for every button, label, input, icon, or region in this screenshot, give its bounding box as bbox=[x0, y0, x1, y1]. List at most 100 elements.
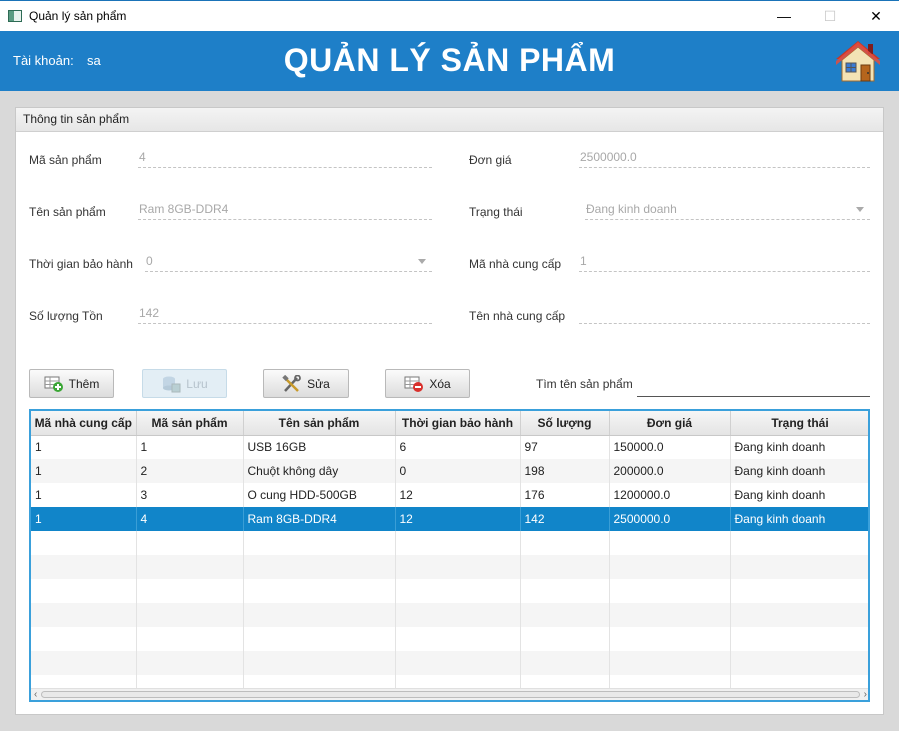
table-cell bbox=[395, 579, 521, 603]
table-row[interactable]: 1 2 Chuột không dây 0 198 200000.0 Đang kinh d… bbox=[31, 459, 868, 483]
table-cell: USB 16GB bbox=[243, 435, 396, 459]
table-cell: Ram 8GB-DDR4 bbox=[243, 507, 396, 531]
table-row[interactable] bbox=[31, 579, 868, 603]
col-header-price[interactable]: Đơn giá bbox=[609, 411, 731, 436]
table-cell bbox=[730, 531, 868, 555]
product-info-panel: Thông tin sản phẩm Mã sản phẩm 4 Tên sản… bbox=[15, 107, 884, 715]
warranty-select[interactable]: 0 bbox=[145, 252, 432, 272]
table-cell: 0 bbox=[395, 459, 521, 483]
table-cell bbox=[730, 603, 868, 627]
table-cell bbox=[609, 603, 731, 627]
close-button[interactable]: ✕ bbox=[853, 1, 899, 31]
table-cell bbox=[243, 579, 396, 603]
table-cell bbox=[395, 627, 521, 651]
table-cell: 2500000.0 bbox=[609, 507, 731, 531]
table-cell bbox=[31, 603, 137, 627]
table-row[interactable]: 1 1 USB 16GB 6 97 150000.0 Đang kinh doanh bbox=[31, 435, 868, 459]
search-input[interactable] bbox=[637, 375, 870, 397]
delete-button-label: Xóa bbox=[429, 376, 451, 391]
table-cell: Đang kinh doanh bbox=[730, 483, 868, 507]
table-cell bbox=[136, 627, 244, 651]
table-cell: 200000.0 bbox=[609, 459, 731, 483]
window-titlebar: Quản lý sản phẩm — ☐ ✕ bbox=[0, 0, 899, 31]
table-cell: 198 bbox=[520, 459, 610, 483]
save-button[interactable]: Lưu bbox=[142, 369, 227, 398]
table-cell: 2 bbox=[136, 459, 244, 483]
app-header: Tài khoản: sa QUẢN LÝ SẢN PHẨM bbox=[0, 31, 899, 91]
table-row[interactable] bbox=[31, 627, 868, 651]
table-cell bbox=[520, 651, 610, 675]
table-cell bbox=[243, 627, 396, 651]
horizontal-scrollbar[interactable]: ‹ › bbox=[31, 688, 868, 700]
scroll-right-icon[interactable]: › bbox=[864, 690, 867, 700]
scroll-left-icon[interactable]: ‹ bbox=[34, 690, 37, 700]
status-label: Trạng thái bbox=[469, 205, 523, 219]
table-header-row: Mã nhà cung cấp Mã sản phẩm Tên sản phẩm… bbox=[31, 411, 868, 436]
table-cell bbox=[609, 627, 731, 651]
table-cell bbox=[520, 579, 610, 603]
edit-button-label: Sửa bbox=[307, 376, 330, 391]
table-cell bbox=[609, 651, 731, 675]
table-cell bbox=[520, 627, 610, 651]
table-cell bbox=[730, 627, 868, 651]
supplier-id-label: Mã nhà cung cấp bbox=[469, 257, 562, 271]
product-name-field[interactable]: Ram 8GB-DDR4 bbox=[138, 200, 432, 220]
table-cell bbox=[31, 651, 137, 675]
table-row[interactable] bbox=[31, 531, 868, 555]
table-cell: O cung HDD-500GB bbox=[243, 483, 396, 507]
add-button[interactable]: Thêm bbox=[29, 369, 114, 398]
panel-title: Thông tin sản phẩm bbox=[16, 108, 883, 132]
col-header-status[interactable]: Trạng thái bbox=[730, 411, 868, 436]
table-cell: 1 bbox=[31, 507, 137, 531]
stock-label: Số lượng Tồn bbox=[29, 309, 103, 323]
table-cell bbox=[520, 531, 610, 555]
col-header-product-name[interactable]: Tên sản phẩm bbox=[243, 411, 396, 436]
price-field[interactable]: 2500000.0 bbox=[579, 148, 870, 168]
table-cell bbox=[31, 555, 137, 579]
warranty-label: Thời gian bảo hành bbox=[29, 257, 133, 271]
table-cell bbox=[609, 531, 731, 555]
table-row[interactable] bbox=[31, 555, 868, 579]
edit-button[interactable]: Sửa bbox=[263, 369, 349, 398]
minimize-button[interactable]: — bbox=[761, 1, 807, 31]
table-cell: Chuột không dây bbox=[243, 459, 396, 483]
price-label: Đơn giá bbox=[469, 153, 512, 167]
table-cell bbox=[136, 531, 244, 555]
stock-field[interactable]: 142 bbox=[138, 304, 432, 324]
table-cell: Đang kinh doanh bbox=[730, 507, 868, 531]
maximize-button[interactable]: ☐ bbox=[807, 1, 853, 31]
add-button-label: Thêm bbox=[68, 376, 100, 391]
delete-button[interactable]: Xóa bbox=[385, 369, 470, 398]
supplier-name-label: Tên nhà cung cấp bbox=[469, 309, 566, 323]
tools-icon bbox=[282, 374, 302, 392]
col-header-warranty[interactable]: Thời gian bảo hành bbox=[395, 411, 521, 436]
table-row[interactable] bbox=[31, 651, 868, 675]
table-row[interactable]: 13O cung HDD-500GB 12 176 1200000.0 Đang kin… bbox=[31, 483, 868, 507]
table-cell bbox=[136, 651, 244, 675]
col-header-quantity[interactable]: Số lượng bbox=[520, 411, 610, 436]
status-select[interactable]: Đang kinh doanh bbox=[585, 200, 870, 220]
table-cell bbox=[243, 555, 396, 579]
table-cell bbox=[520, 555, 610, 579]
table-cell bbox=[31, 531, 137, 555]
supplier-name-field[interactable] bbox=[579, 304, 870, 324]
product-id-field[interactable]: 4 bbox=[138, 148, 432, 168]
product-id-label: Mã sản phẩm bbox=[29, 153, 102, 167]
table-row[interactable]: 1 4 Ram 8GB-DDR4 12 142 2500000.0 Đang kinh do… bbox=[31, 507, 868, 531]
col-header-product-id[interactable]: Mã sản phẩm bbox=[136, 411, 244, 436]
table-row[interactable] bbox=[31, 603, 868, 627]
add-table-icon bbox=[44, 376, 63, 392]
home-icon[interactable] bbox=[834, 39, 882, 83]
table-cell: 1 bbox=[31, 459, 137, 483]
supplier-id-field[interactable]: 1 bbox=[579, 252, 870, 272]
scrollbar-thumb[interactable] bbox=[41, 691, 860, 698]
window-title: Quản lý sản phẩm bbox=[29, 9, 127, 23]
col-header-supplier-id[interactable]: Mã nhà cung cấp bbox=[31, 411, 137, 436]
table-cell bbox=[730, 579, 868, 603]
table-cell bbox=[31, 579, 137, 603]
window-controls: — ☐ ✕ bbox=[761, 1, 899, 31]
table-cell bbox=[395, 603, 521, 627]
table-cell: 97 bbox=[520, 435, 610, 459]
table-cell: Đang kinh doanh bbox=[730, 435, 868, 459]
product-table[interactable]: Mã nhà cung cấp Mã sản phẩm Tên sản phẩm… bbox=[29, 409, 870, 702]
